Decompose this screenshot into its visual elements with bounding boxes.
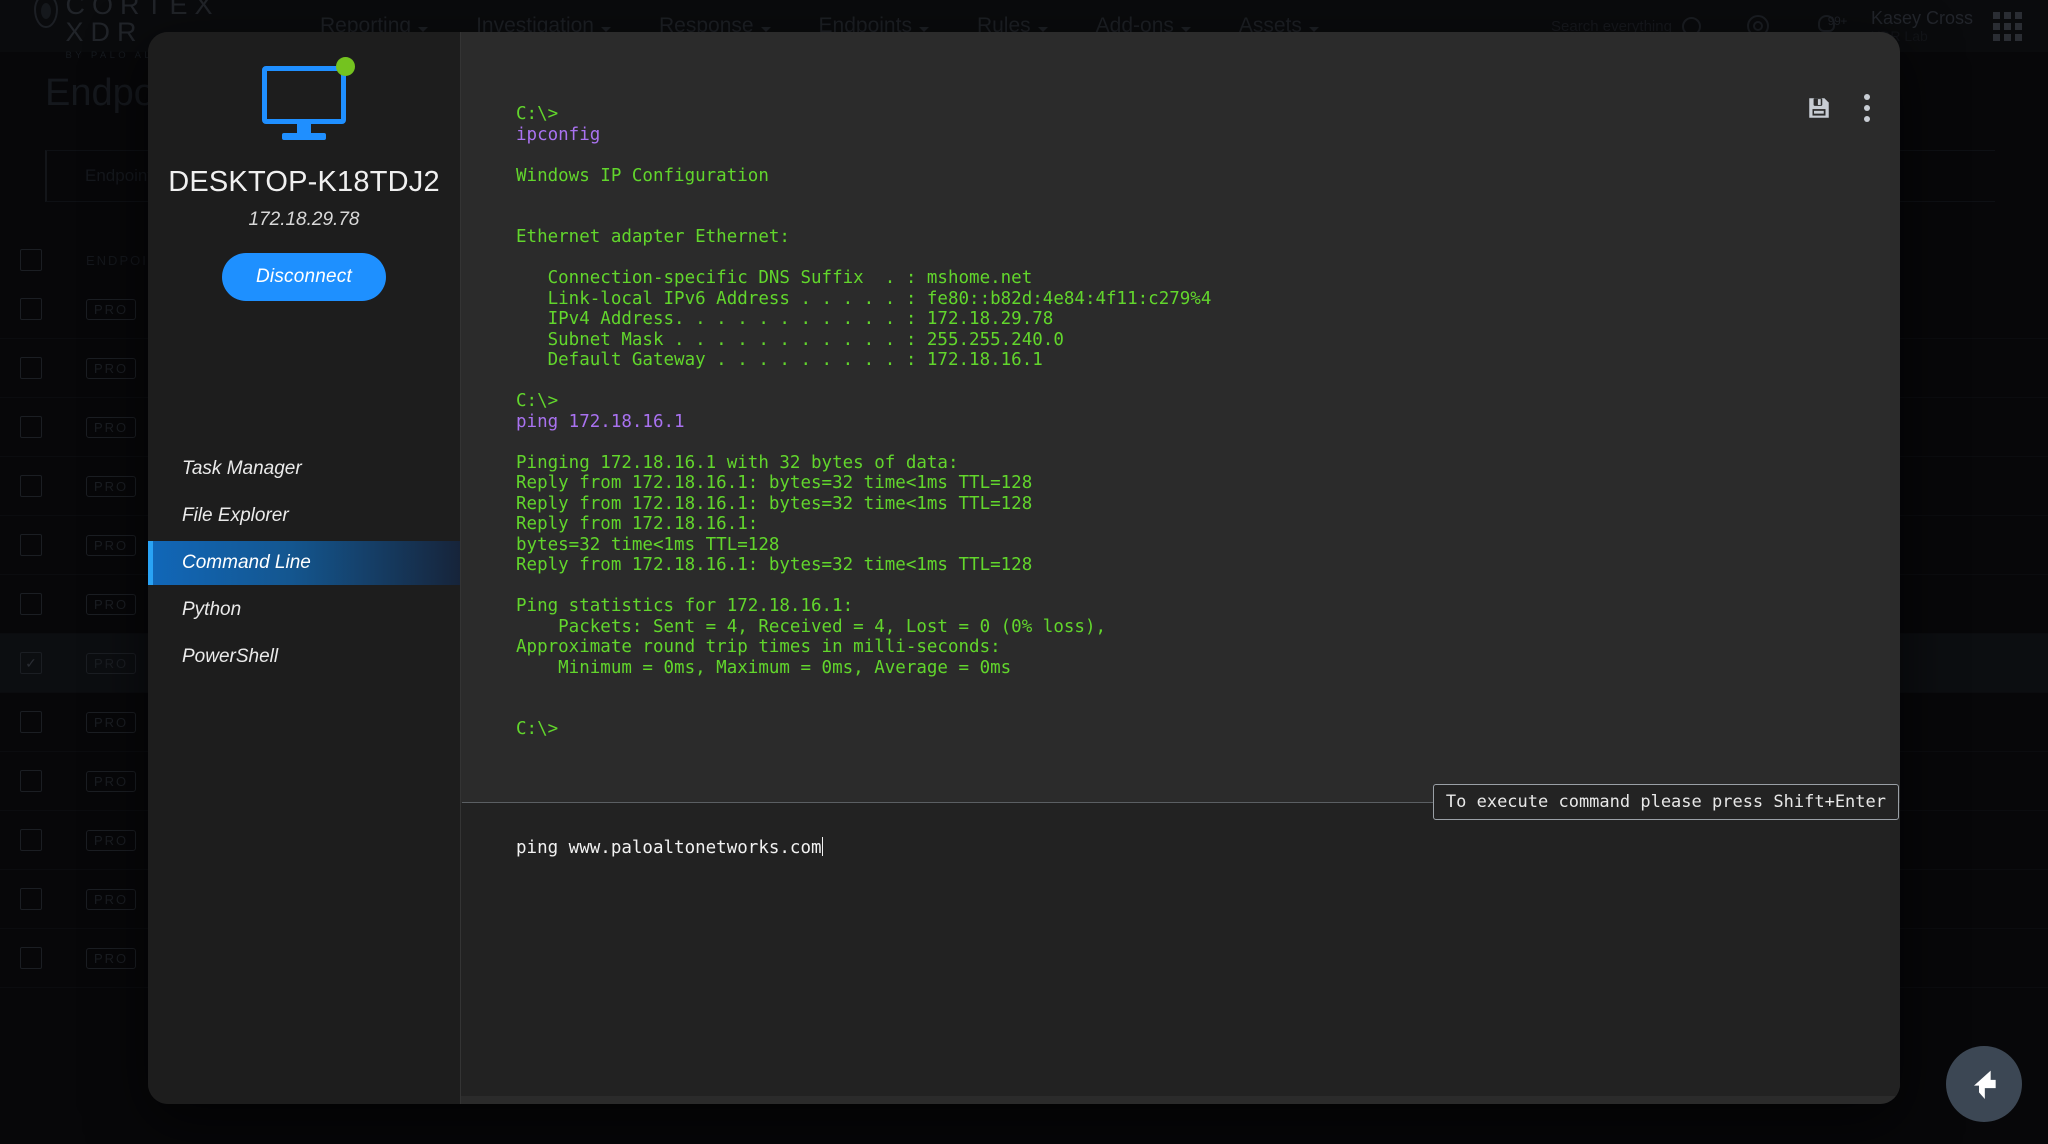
sidebar-item-task-manager[interactable]: Task Manager [148, 447, 460, 491]
pro-badge: PRO [86, 535, 136, 556]
row-checkbox[interactable] [20, 829, 42, 851]
row-checkbox[interactable] [20, 888, 42, 910]
modal-sidebar-menu: Task Manager File Explorer Command Line … [148, 447, 460, 679]
save-floppy-icon[interactable] [1806, 95, 1832, 121]
row-checkbox[interactable] [20, 298, 42, 320]
sidebar-item-label: Python [182, 599, 241, 621]
terminal-output: C:\>ipconfigWindows IP ConfigurationEthe… [461, 32, 1900, 802]
terminal-blank-line [516, 371, 1860, 392]
terminal-input-value: ping www.paloaltonetworks.com [516, 838, 822, 858]
pro-badge: PRO [86, 653, 136, 674]
feedback-fab-button[interactable] [1946, 1046, 2022, 1122]
terminal-output-line: Reply from 172.18.16.1: bytes=32 time<1m… [516, 494, 1860, 515]
terminal-output-line: Windows IP Configuration [516, 166, 1860, 187]
notification-count-badge: 99+ [1828, 14, 1847, 28]
chevron-down-icon [1181, 27, 1191, 32]
chevron-down-icon [1038, 27, 1048, 32]
endpoint-ip-address: 172.18.29.78 [148, 209, 460, 231]
pro-badge: PRO [86, 948, 136, 969]
select-all-checkbox[interactable] [20, 249, 42, 271]
more-vertical-icon[interactable] [1856, 90, 1878, 126]
sidebar-item-powershell[interactable]: PowerShell [148, 635, 460, 679]
terminal-output-line: Reply from 172.18.16.1: bytes=32 time<1m… [516, 555, 1860, 576]
sidebar-item-command-line[interactable]: Command Line [148, 541, 460, 585]
sidebar-item-label: File Explorer [182, 505, 289, 527]
pro-badge: PRO [86, 771, 136, 792]
terminal-blank-line [516, 576, 1860, 597]
terminal-input-area[interactable]: ping www.paloaltonetworks.com [461, 803, 1900, 1096]
terminal-blank-line [516, 699, 1860, 720]
sidebar-item-label: Task Manager [182, 458, 302, 480]
pro-badge: PRO [86, 417, 136, 438]
terminal-blank-line [516, 207, 1860, 228]
pro-badge: PRO [86, 594, 136, 615]
terminal-blank-line [516, 145, 1860, 166]
terminal-output-line: Ethernet adapter Ethernet: [516, 227, 1860, 248]
terminal-output-line: Subnet Mask . . . . . . . . . . . : 255.… [516, 330, 1860, 351]
pro-badge: PRO [86, 712, 136, 733]
user-name: Kasey Cross [1871, 8, 1973, 29]
row-checkbox[interactable] [20, 593, 42, 615]
pro-badge: PRO [86, 299, 136, 320]
terminal-blank-line [516, 432, 1860, 453]
row-checkbox[interactable] [20, 475, 42, 497]
row-checkbox[interactable] [20, 534, 42, 556]
terminal-actions [1806, 90, 1878, 126]
terminal-output-line: Default Gateway . . . . . . . . . : 172.… [516, 350, 1860, 371]
sidebar-item-label: PowerShell [182, 646, 278, 668]
terminal-output-line: Reply from 172.18.16.1: bytes=32 time<1m… [516, 473, 1860, 494]
row-checkbox[interactable] [20, 770, 42, 792]
cursor-arrow-icon [1964, 1064, 2004, 1104]
row-checkbox[interactable]: ✓ [20, 652, 42, 674]
terminal-output-line: Link-local IPv6 Address . . . . . : fe80… [516, 289, 1860, 310]
terminal-output-line: Reply from 172.18.16.1: [516, 514, 1860, 535]
terminal-pane: C:\>ipconfigWindows IP ConfigurationEthe… [461, 32, 1900, 1104]
pro-badge: PRO [86, 358, 136, 379]
sidebar-item-python[interactable]: Python [148, 588, 460, 632]
grid-apps-icon[interactable] [1993, 12, 2022, 41]
row-checkbox[interactable] [20, 947, 42, 969]
row-checkbox[interactable] [20, 711, 42, 733]
terminal-output-line: C:\> [516, 719, 1860, 740]
terminal-output-line: Ping statistics for 172.18.16.1: [516, 596, 1860, 617]
sidebar-item-file-explorer[interactable]: File Explorer [148, 494, 460, 538]
endpoint-live-terminal-modal: DESKTOP-K18TDJ2 172.18.29.78 Disconnect … [148, 32, 1900, 1104]
online-status-dot [336, 57, 355, 76]
chevron-down-icon [601, 27, 611, 32]
endpoint-hostname: DESKTOP-K18TDJ2 [148, 166, 460, 199]
terminal-blank-line [516, 186, 1860, 207]
row-checkbox[interactable] [20, 357, 42, 379]
chevron-down-icon [418, 27, 428, 32]
terminal-output-line: Pinging 172.18.16.1 with 32 bytes of dat… [516, 453, 1860, 474]
row-checkbox[interactable] [20, 416, 42, 438]
terminal-output-line: IPv4 Address. . . . . . . . . . . : 172.… [516, 309, 1860, 330]
terminal-output-line: C:\> [516, 391, 1860, 412]
palo-alto-logo-icon [34, 0, 58, 28]
terminal-output-line: bytes=32 time<1ms TTL=128 [516, 535, 1860, 556]
pro-badge: PRO [86, 889, 136, 910]
pro-badge: PRO [86, 830, 136, 851]
chevron-down-icon [1309, 27, 1319, 32]
terminal-blank-line [516, 248, 1860, 269]
terminal-output-line: C:\> [516, 104, 1860, 125]
terminal-blank-line [516, 678, 1860, 699]
terminal-output-line: Minimum = 0ms, Maximum = 0ms, Average = … [516, 658, 1860, 679]
terminal-output-line: Approximate round trip times in milli-se… [516, 637, 1860, 658]
terminal-output-line: Packets: Sent = 4, Received = 4, Lost = … [516, 617, 1860, 638]
text-caret [822, 837, 824, 856]
pro-badge: PRO [86, 476, 136, 497]
terminal-hint-tooltip: To execute command please press Shift+En… [1433, 784, 1899, 820]
chevron-down-icon [761, 27, 771, 32]
desktop-monitor-icon [148, 66, 460, 140]
disconnect-button[interactable]: Disconnect [222, 253, 386, 301]
modal-sidebar: DESKTOP-K18TDJ2 172.18.29.78 Disconnect … [148, 32, 461, 1104]
terminal-output-line: Connection-specific DNS Suffix . : mshom… [516, 268, 1860, 289]
chevron-down-icon [919, 27, 929, 32]
sidebar-item-label: Command Line [182, 552, 311, 574]
terminal-command-line: ping 172.18.16.1 [516, 412, 1860, 433]
terminal-command-line: ipconfig [516, 125, 1860, 146]
